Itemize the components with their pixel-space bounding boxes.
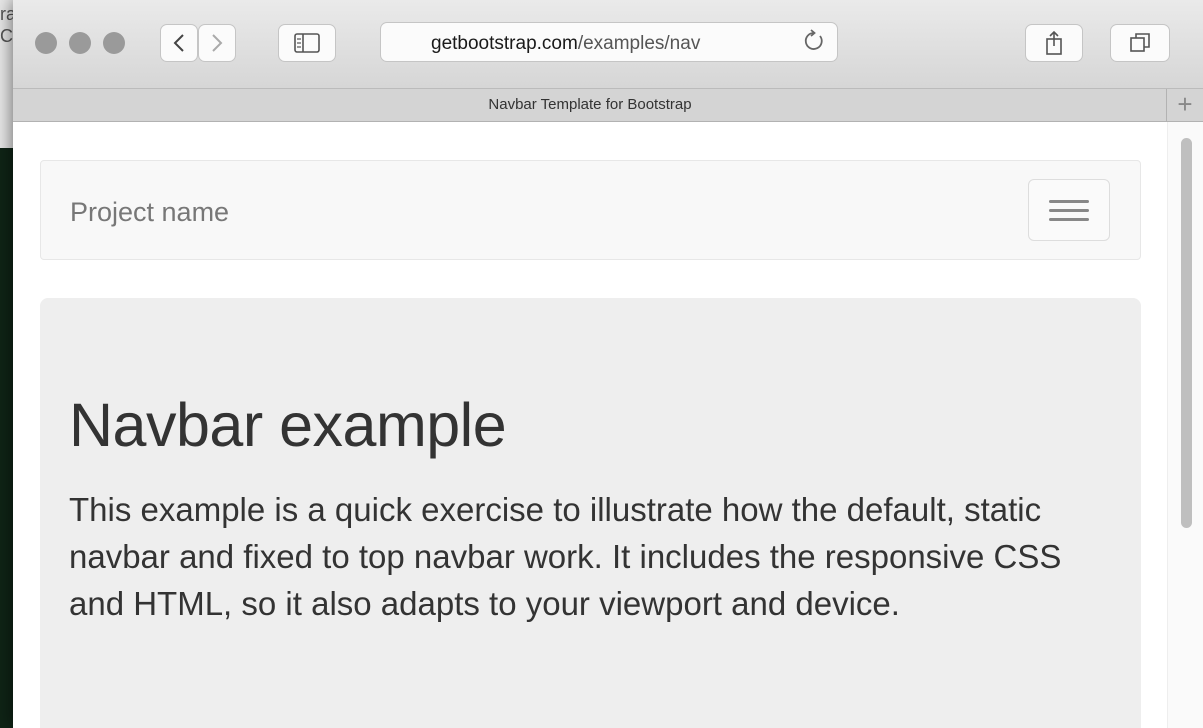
hamburger-icon-bar: [1049, 218, 1089, 221]
share-button[interactable]: [1025, 24, 1083, 62]
browser-toolbar: getbootstrap.com/examples/nav: [13, 0, 1203, 88]
tabs-overview-icon: [1130, 33, 1150, 52]
navbar: Project name: [40, 160, 1141, 260]
new-tab-button[interactable]: +: [1166, 89, 1203, 121]
share-icon: [1046, 30, 1062, 55]
navbar-brand[interactable]: Project name: [70, 197, 229, 228]
minimize-window-button[interactable]: [69, 32, 91, 54]
scrollbar-thumb[interactable]: [1181, 138, 1192, 528]
sidebar-button[interactable]: [278, 24, 336, 62]
tab-bar: Navbar Template for Bootstrap +: [13, 88, 1203, 122]
browser-window: getbootstrap.com/examples/nav Navbar Tem…: [13, 0, 1203, 728]
reload-button[interactable]: [803, 27, 825, 60]
page-description: This example is a quick exercise to illu…: [69, 491, 1062, 622]
tabs-overview-button[interactable]: [1110, 24, 1170, 62]
close-window-button[interactable]: [35, 32, 57, 54]
forward-icon: [212, 34, 223, 52]
navbar-toggle-button[interactable]: [1028, 179, 1110, 241]
address-bar[interactable]: getbootstrap.com/examples/nav: [380, 22, 838, 62]
jumbotron: Navbar example This example is a quick e…: [40, 298, 1141, 728]
url-fade: [737, 27, 777, 57]
page-heading: Navbar example: [69, 391, 507, 459]
sidebar-icon: [294, 33, 320, 53]
vertical-scrollbar[interactable]: [1167, 122, 1203, 728]
url-path: /examples/nav: [577, 33, 701, 54]
background-text-bottom: C: [0, 26, 13, 46]
hamburger-icon-bar: [1049, 209, 1089, 212]
page-content: Project name Navbar example This example…: [13, 122, 1168, 728]
url-host: getbootstrap.com: [431, 33, 578, 54]
reload-icon: [804, 29, 823, 50]
back-icon: [173, 34, 184, 52]
url-text: getbootstrap.com/examples/nav: [431, 33, 763, 55]
hamburger-icon-bar: [1049, 200, 1089, 203]
tab-active[interactable]: Navbar Template for Bootstrap: [13, 96, 1167, 113]
zoom-window-button[interactable]: [103, 32, 125, 54]
back-button[interactable]: [160, 24, 198, 62]
forward-button[interactable]: [198, 24, 236, 62]
